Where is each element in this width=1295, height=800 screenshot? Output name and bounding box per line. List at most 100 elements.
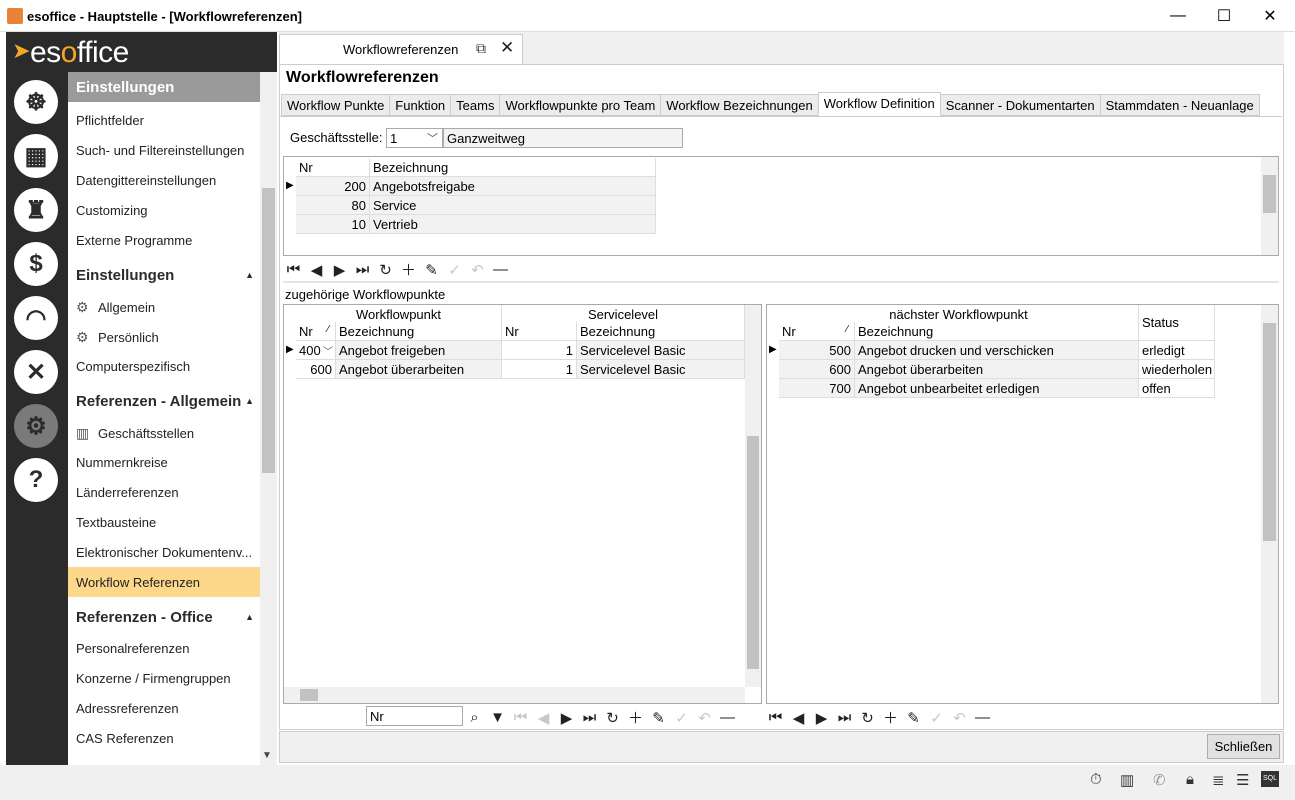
last-record-icon[interactable]: ⏭ (836, 709, 853, 726)
stopwatch-icon[interactable]: ⏱ (1090, 771, 1102, 788)
col-header-bezeichnung[interactable]: Bezeichnung (336, 322, 502, 341)
table-cell[interactable]: Angebot überarbeiten (855, 360, 1139, 379)
nav-item-dokumentenverwaltung[interactable]: Elektronischer Dokumentenv... (68, 537, 260, 567)
undo-icon[interactable]: ↶ (951, 709, 968, 727)
tab-workflowpunkte-pro-team[interactable]: Workflowpunkte pro Team (499, 94, 662, 116)
last-record-icon[interactable]: ⏭ (581, 709, 598, 726)
nav-item-suche[interactable]: Such- und Filtereinstellungen (68, 135, 260, 165)
save-icon[interactable]: ✓ (673, 709, 690, 727)
undo-icon[interactable]: ↶ (469, 261, 486, 279)
nav-item-customizing[interactable]: Customizing (68, 195, 260, 225)
nav-item-datengitter[interactable]: Datengittereinstellungen (68, 165, 260, 195)
col-header-nr[interactable]: Nr ⁄ (296, 322, 336, 341)
refresh-icon[interactable]: ↻ (604, 709, 621, 727)
nav-scroll-thumb[interactable] (262, 188, 275, 473)
col-header-status[interactable]: Status (1139, 305, 1215, 341)
delete-icon[interactable]: — (492, 261, 509, 278)
tab-funktion[interactable]: Funktion (389, 94, 452, 116)
search-icon[interactable]: ⌕ (466, 709, 483, 726)
table-cell[interactable]: Angebot drucken und verschicken (855, 341, 1139, 360)
refresh-icon[interactable]: ↻ (377, 261, 394, 279)
edit-icon[interactable]: ✎ (423, 261, 440, 279)
table-cell[interactable]: Angebotsfreigabe (370, 177, 656, 196)
ship-wheel-icon[interactable]: ☸ (14, 80, 58, 124)
edit-icon[interactable]: ✎ (905, 709, 922, 727)
table-cell[interactable]: Angebot überarbeiten (336, 360, 502, 379)
prev-record-icon[interactable]: ◀ (535, 709, 552, 727)
nav-item-workflow-referenzen[interactable]: Workflow Referenzen (68, 567, 260, 597)
headset-icon[interactable]: ◠ (14, 296, 58, 340)
tab-teams[interactable]: Teams (450, 94, 501, 116)
nav-item-adressreferenzen[interactable]: Adressreferenzen (68, 693, 260, 723)
first-record-icon[interactable]: ⏮ (285, 261, 302, 278)
table-cell[interactable]: Service (370, 196, 656, 215)
next-record-icon[interactable]: ▶ (813, 709, 830, 727)
prev-record-icon[interactable]: ◀ (790, 709, 807, 727)
workflowpunkte-hthumb[interactable] (300, 689, 318, 701)
database-icon[interactable]: ≣ (1212, 771, 1225, 789)
nav-item-personalreferenzen[interactable]: Personalreferenzen (68, 633, 260, 663)
table-cell[interactable]: Angebot freigeben (336, 341, 502, 360)
table-cell[interactable]: 10 (296, 215, 370, 234)
nr-dropdown[interactable]: 400 ﹀ (296, 341, 336, 360)
filter-icon[interactable]: ▼ (489, 709, 506, 726)
save-icon[interactable]: ✓ (928, 709, 945, 727)
tab-stammdaten-neuanlage[interactable]: Stammdaten - Neuanlage (1099, 94, 1260, 116)
nav-item-konzerne[interactable]: Konzerne / Firmengruppen (68, 663, 260, 693)
col-header-bezeichnung[interactable]: Bezeichnung (370, 158, 656, 177)
building-icon[interactable]: ▥ (1120, 771, 1134, 789)
help-icon[interactable]: ? (14, 458, 58, 502)
tab-scanner-dokumentarten[interactable]: Scanner - Dokumentarten (939, 94, 1101, 116)
nav-section-einstellungen[interactable]: Einstellungen ▲ (68, 259, 260, 291)
table-cell[interactable]: 600 (779, 360, 855, 379)
col-header-nr[interactable]: Nr (296, 158, 370, 177)
tab-workflow-punkte[interactable]: Workflow Punkte (281, 94, 391, 116)
nav-item-externe-programme[interactable]: Externe Programme (68, 225, 260, 255)
close-window-button[interactable]: ✕ (1247, 0, 1293, 32)
first-record-icon[interactable]: ⏮ (767, 709, 784, 726)
col-header-bezeichnung[interactable]: Bezeichnung (855, 322, 1139, 341)
col-header-nr[interactable]: Nr ⁄ (779, 322, 855, 341)
table-cell[interactable]: 1 (502, 341, 577, 360)
refresh-icon[interactable]: ↻ (859, 709, 876, 727)
settings-icon[interactable]: ⚙ (14, 404, 58, 448)
nav-section-referenzen-allgemein[interactable]: Referenzen - Allgemein ▲ (68, 385, 260, 417)
col-header-bezeichnung[interactable]: Bezeichnung (577, 322, 745, 341)
nav-item-cas-referenzen[interactable]: CAS Referenzen (68, 723, 260, 753)
minimize-button[interactable]: — (1155, 0, 1201, 32)
table-cell[interactable]: 200 (296, 177, 370, 196)
table-cell[interactable]: Angebot unbearbeitet erledigen (855, 379, 1139, 398)
first-record-icon[interactable]: ⏮ (512, 709, 529, 726)
maximize-button[interactable]: ☐ (1201, 0, 1247, 32)
table-cell[interactable]: Servicelevel Basic (577, 341, 745, 360)
nav-item-computerspezifisch[interactable]: Computerspezifisch (68, 351, 260, 381)
scroll-down-icon[interactable]: ▼ (262, 750, 272, 761)
prev-record-icon[interactable]: ◀ (308, 261, 325, 279)
phone-icon[interactable]: ✆ (1153, 771, 1166, 789)
table-cell[interactable]: wiederholen (1139, 360, 1215, 379)
add-icon[interactable]: ＋ (627, 707, 644, 728)
geschaeftsstelle-select[interactable]: 1 ﹀ (386, 128, 443, 148)
naechster-grid-thumb[interactable] (1263, 323, 1276, 541)
undo-icon[interactable]: ↶ (696, 709, 713, 727)
next-record-icon[interactable]: ▶ (558, 709, 575, 727)
workflowpunkte-hscroll[interactable] (284, 687, 745, 703)
close-button[interactable]: Schließen (1207, 734, 1280, 759)
table-cell[interactable]: 80 (296, 196, 370, 215)
nav-item-persoenlich[interactable]: ⚙ Persönlich (68, 321, 260, 351)
tab-workflow-bezeichnungen[interactable]: Workflow Bezeichnungen (660, 94, 819, 116)
alarm-icon[interactable]: ♜ (14, 188, 58, 232)
add-icon[interactable]: ＋ (882, 707, 899, 728)
sql-icon[interactable]: SQL (1261, 771, 1279, 787)
table-cell[interactable]: 600 (296, 360, 336, 379)
definition-grid-thumb[interactable] (1263, 175, 1276, 213)
delete-icon[interactable]: — (974, 709, 991, 726)
save-icon[interactable]: ✓ (446, 261, 463, 279)
search-input[interactable]: Nr (366, 706, 463, 726)
close-tab-icon[interactable]: ✕ (500, 38, 514, 58)
nav-item-laenderreferenzen[interactable]: Länderreferenzen (68, 477, 260, 507)
nav-item-allgemein[interactable]: ⚙ Allgemein (68, 291, 260, 321)
table-cell[interactable]: 700 (779, 379, 855, 398)
lock-icon[interactable]: 🔒︎ (1186, 771, 1194, 788)
nav-item-nummernkreise[interactable]: Nummernkreise (68, 447, 260, 477)
